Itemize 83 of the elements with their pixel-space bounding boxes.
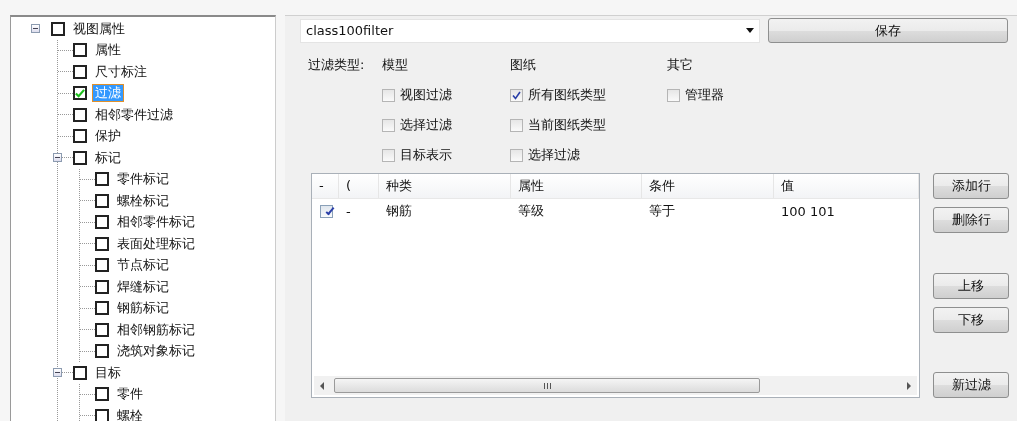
checkbox[interactable]: [73, 107, 87, 122]
column-header[interactable]: 条件: [642, 174, 774, 198]
checkbox[interactable]: [382, 148, 395, 162]
column-header[interactable]: -: [312, 174, 339, 198]
tree-item[interactable]: 保护: [92, 127, 124, 146]
tree-item[interactable]: 标记: [92, 148, 124, 167]
scroll-left-icon[interactable]: [320, 381, 324, 390]
caret-icon: [746, 28, 754, 33]
checkbox[interactable]: [73, 365, 87, 380]
checkbox[interactable]: [73, 129, 87, 144]
collapse-icon[interactable]: [31, 24, 40, 33]
scrollbar-thumb[interactable]: [334, 378, 760, 393]
checkbox-label: 管理器: [685, 86, 724, 104]
checkbox[interactable]: [95, 387, 109, 402]
table-cell-text: 100 101: [780, 203, 836, 219]
checkbox[interactable]: [382, 118, 395, 132]
column-header[interactable]: 属性: [511, 174, 642, 198]
action-button[interactable]: 新过滤: [933, 372, 1009, 398]
table-cell-text: -: [345, 203, 352, 219]
column-header[interactable]: (: [339, 174, 379, 198]
collapse-icon[interactable]: [53, 368, 62, 377]
action-button[interactable]: 上移: [933, 272, 1009, 299]
group-title: 图纸: [510, 56, 537, 74]
tree-item[interactable]: 目标: [92, 363, 124, 382]
tree-item[interactable]: 螺栓: [114, 406, 146, 421]
group-title: 模型: [382, 56, 409, 74]
tree-item[interactable]: 视图属性: [70, 19, 128, 38]
checkbox-label: 选择过滤: [528, 146, 580, 164]
tree-item[interactable]: 表面处理标记: [114, 234, 198, 253]
tree-item[interactable]: 相邻钢筋标记: [114, 320, 198, 339]
checkbox[interactable]: [95, 344, 109, 359]
checkbox[interactable]: [95, 193, 109, 208]
tree-item[interactable]: 尺寸标注: [92, 62, 150, 81]
checkbox-label: 当前图纸类型: [528, 116, 606, 134]
column-header[interactable]: 值: [774, 174, 919, 198]
tree-item[interactable]: 浇筑对象标记: [114, 342, 198, 361]
table-cell-text: 等级: [517, 202, 545, 220]
table-cell-text: 钢筋: [385, 202, 413, 220]
table-cell-text: 等于: [648, 202, 676, 220]
checkbox-label: 选择过滤: [400, 116, 452, 134]
checkbox[interactable]: [73, 86, 87, 101]
checkbox[interactable]: [510, 118, 523, 132]
scroll-right-icon[interactable]: [907, 381, 911, 390]
checkbox[interactable]: [95, 279, 109, 294]
horizontal-scrollbar[interactable]: [314, 376, 917, 395]
tree-item[interactable]: 零件: [114, 385, 146, 404]
tree-item[interactable]: 相邻零件标记: [114, 213, 198, 232]
field-label: 过滤类型:: [308, 56, 366, 74]
tree-item[interactable]: 钢筋标记: [114, 299, 172, 318]
checkbox[interactable]: [95, 322, 109, 337]
checkbox[interactable]: [95, 301, 109, 316]
checkbox[interactable]: [382, 88, 395, 102]
collapse-icon[interactable]: [53, 153, 62, 162]
group-title: 其它: [667, 56, 694, 74]
filter-name: class100filter: [306, 23, 394, 38]
save-button[interactable]: 保存: [768, 18, 1008, 43]
tree-item[interactable]: 节点标记: [114, 256, 172, 275]
checkbox[interactable]: [95, 236, 109, 251]
tree-item[interactable]: 焊缝标记: [114, 277, 172, 296]
checkbox[interactable]: [73, 43, 87, 58]
checkbox-label: 所有图纸类型: [528, 86, 606, 104]
tree-item[interactable]: 属性: [92, 41, 124, 60]
action-button[interactable]: 添加行: [933, 173, 1009, 199]
tree-item[interactable]: 螺栓标记: [114, 191, 172, 210]
column-header[interactable]: 种类: [379, 174, 511, 198]
checkbox-label: 视图过滤: [400, 86, 452, 104]
checkbox[interactable]: [510, 148, 523, 162]
tree-item[interactable]: 相邻零件过滤: [92, 105, 176, 124]
checkbox[interactable]: [95, 172, 109, 187]
checkbox[interactable]: [95, 258, 109, 273]
checkbox-label: 目标表示: [400, 146, 452, 164]
checkbox[interactable]: [320, 204, 333, 218]
checkbox[interactable]: [95, 408, 109, 421]
checkbox[interactable]: [51, 21, 65, 36]
checkbox[interactable]: [73, 64, 87, 79]
checkbox[interactable]: [73, 150, 87, 165]
checkbox[interactable]: [667, 88, 680, 102]
filter-dropdown[interactable]: class100filter: [300, 18, 760, 43]
action-button[interactable]: 删除行: [933, 207, 1009, 233]
action-button[interactable]: 下移: [933, 306, 1009, 333]
tree-item[interactable]: 零件标记: [114, 170, 172, 189]
checkbox[interactable]: [95, 215, 109, 230]
checkbox[interactable]: [510, 88, 523, 102]
